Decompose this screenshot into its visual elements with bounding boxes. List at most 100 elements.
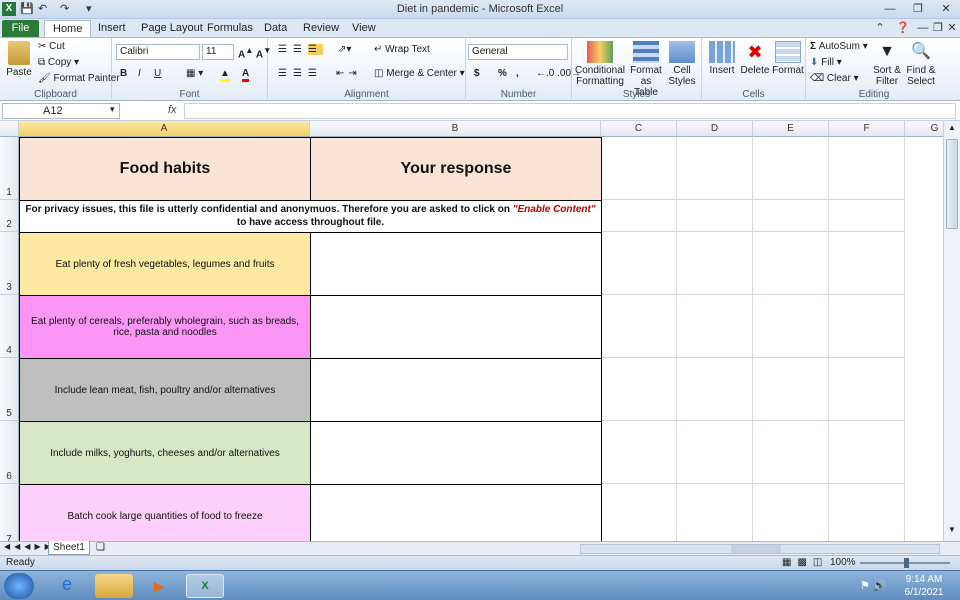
close-icon[interactable]: ✕	[936, 2, 956, 16]
horizontal-align-icons[interactable]: ☰☰☰	[278, 68, 323, 79]
cell-b7[interactable]	[310, 484, 602, 541]
grid-cell[interactable]	[677, 421, 753, 484]
zoom-slider-thumb[interactable]	[904, 558, 909, 568]
horizontal-scrollbar[interactable]	[580, 544, 940, 554]
grid-cell[interactable]	[829, 484, 905, 541]
spreadsheet-grid[interactable]: A B C D E F G 1 2 3 4 5 6 7 Food habits …	[0, 121, 960, 541]
find-select-button[interactable]: 🔍 Find & Select	[904, 41, 938, 87]
tab-formulas[interactable]: Formulas	[199, 20, 261, 37]
conditional-formatting-button[interactable]: Conditional Formatting	[574, 41, 626, 87]
help-icon[interactable]: ❓	[893, 21, 913, 35]
formula-input[interactable]	[184, 103, 956, 119]
column-header-b[interactable]: B	[310, 121, 601, 137]
zoom-slider[interactable]	[860, 558, 950, 568]
grid-cell[interactable]	[677, 358, 753, 421]
font-size-select[interactable]: 11	[202, 44, 234, 60]
cell-a1-food-habits[interactable]: Food habits	[19, 137, 311, 201]
view-mode-icons[interactable]: ▦▩◫	[782, 557, 828, 568]
currency-button[interactable]: $	[474, 68, 480, 79]
grid-cell[interactable]	[601, 232, 677, 295]
fill-color-icon[interactable]: ▲	[220, 68, 230, 82]
minimize-icon[interactable]: —	[880, 2, 900, 16]
clock-date[interactable]: 6/1/2021	[904, 587, 944, 598]
grid-cell[interactable]	[753, 232, 829, 295]
tab-home[interactable]: Home	[44, 20, 92, 37]
name-box-dropdown-icon[interactable]: ▾	[110, 104, 115, 115]
grid-cell[interactable]	[677, 200, 753, 232]
file-explorer-icon[interactable]	[95, 574, 133, 598]
format-painter-button[interactable]: 🖌 Format Painter	[38, 73, 120, 84]
cell-a5[interactable]: Include lean meat, fish, poultry and/or …	[19, 358, 311, 422]
start-button-icon[interactable]	[4, 573, 34, 599]
row-header-3[interactable]: 3	[0, 232, 19, 295]
percent-button[interactable]: %	[498, 68, 507, 79]
cell-a4[interactable]: Eat plenty of cereals, preferably wholeg…	[19, 295, 311, 359]
merge-center-button[interactable]: ◫ Merge & Center ▾	[374, 68, 465, 79]
fill-button[interactable]: ⬇ Fill ▾	[810, 57, 842, 68]
row-header-1[interactable]: 1	[0, 137, 19, 200]
zoom-level[interactable]: 100%	[830, 557, 856, 568]
media-player-icon[interactable]: ▶	[140, 574, 178, 598]
cell-a3[interactable]: Eat plenty of fresh vegetables, legumes …	[19, 232, 311, 296]
scroll-thumb[interactable]	[946, 139, 958, 229]
restore-icon[interactable]: ❐	[908, 2, 928, 16]
grid-cell[interactable]	[601, 421, 677, 484]
autosum-button[interactable]: Σ AutoSum ▾	[810, 41, 868, 52]
paste-button[interactable]: Paste	[4, 41, 34, 78]
cell-b6[interactable]	[310, 421, 602, 485]
grid-cell[interactable]	[753, 200, 829, 232]
font-name-select[interactable]: Calibri	[116, 44, 200, 60]
select-all-corner[interactable]	[0, 121, 19, 137]
column-header-f[interactable]: F	[829, 121, 905, 137]
comma-button[interactable]: ,	[516, 68, 519, 79]
tray-icons[interactable]: ⚑ 🔊	[860, 579, 887, 592]
column-header-c[interactable]: C	[601, 121, 677, 137]
cell-a6[interactable]: Include milks, yoghurts, cheeses and/or …	[19, 421, 311, 485]
grid-cell[interactable]	[753, 484, 829, 541]
grid-cell[interactable]	[829, 232, 905, 295]
grid-cell[interactable]	[601, 295, 677, 358]
indent-icons[interactable]: ⇤⇥	[336, 68, 361, 79]
cell-b3[interactable]	[310, 232, 602, 296]
tab-data[interactable]: Data	[256, 20, 295, 37]
tab-view[interactable]: View	[344, 20, 384, 37]
tab-file[interactable]: File	[2, 20, 39, 37]
vertical-align-icons[interactable]: ☰☰☰	[278, 44, 323, 55]
grid-cell[interactable]	[601, 358, 677, 421]
grid-cell[interactable]	[677, 295, 753, 358]
grid-cell[interactable]	[601, 137, 677, 200]
row-header-6[interactable]: 6	[0, 421, 19, 484]
bold-button[interactable]: B	[120, 68, 127, 79]
cell-a2-privacy-notice[interactable]: For privacy issues, this file is utterly…	[19, 200, 602, 233]
cell-b1-your-response[interactable]: Your response	[310, 137, 602, 201]
grid-cell[interactable]	[829, 200, 905, 232]
cut-button[interactable]: ✂ Cut	[38, 41, 65, 52]
ribbon-minimize-icon[interactable]: ⌃	[870, 21, 890, 35]
grid-cell[interactable]	[753, 295, 829, 358]
insert-cells-button[interactable]: Insert	[706, 41, 738, 76]
row-header-7[interactable]: 7	[0, 484, 19, 541]
orientation-icon[interactable]: ⇗▾	[338, 44, 351, 55]
wrap-text-button[interactable]: ↵ Wrap Text	[374, 44, 430, 55]
scroll-up-icon[interactable]: ▲	[946, 123, 958, 135]
internet-explorer-icon[interactable]: e	[48, 574, 86, 598]
column-header-e[interactable]: E	[753, 121, 829, 137]
insert-sheet-icon[interactable]: ❏	[96, 542, 105, 553]
row-header-2[interactable]: 2	[0, 200, 19, 232]
column-header-d[interactable]: D	[677, 121, 753, 137]
grid-cell[interactable]	[829, 137, 905, 200]
sheet-tab-sheet1[interactable]: Sheet1	[48, 541, 90, 555]
tab-review[interactable]: Review	[295, 20, 347, 37]
row-header-4[interactable]: 4	[0, 295, 19, 358]
doc-close-icon[interactable]: ✕	[942, 21, 960, 35]
vertical-scrollbar[interactable]: ▲ ▼	[943, 121, 960, 541]
grid-cell[interactable]	[829, 421, 905, 484]
copy-button[interactable]: ⧉ Copy ▾	[38, 57, 79, 68]
grow-font-icon[interactable]: A▲ A▼	[238, 45, 271, 60]
cell-styles-button[interactable]: Cell Styles	[666, 41, 698, 87]
tab-insert[interactable]: Insert	[90, 20, 134, 37]
horizontal-scroll-thumb[interactable]	[731, 545, 781, 553]
borders-icon[interactable]: ▦ ▾	[186, 68, 203, 79]
delete-cells-button[interactable]: ✖ Delete	[738, 41, 772, 76]
format-cells-button[interactable]: Format	[772, 41, 804, 76]
